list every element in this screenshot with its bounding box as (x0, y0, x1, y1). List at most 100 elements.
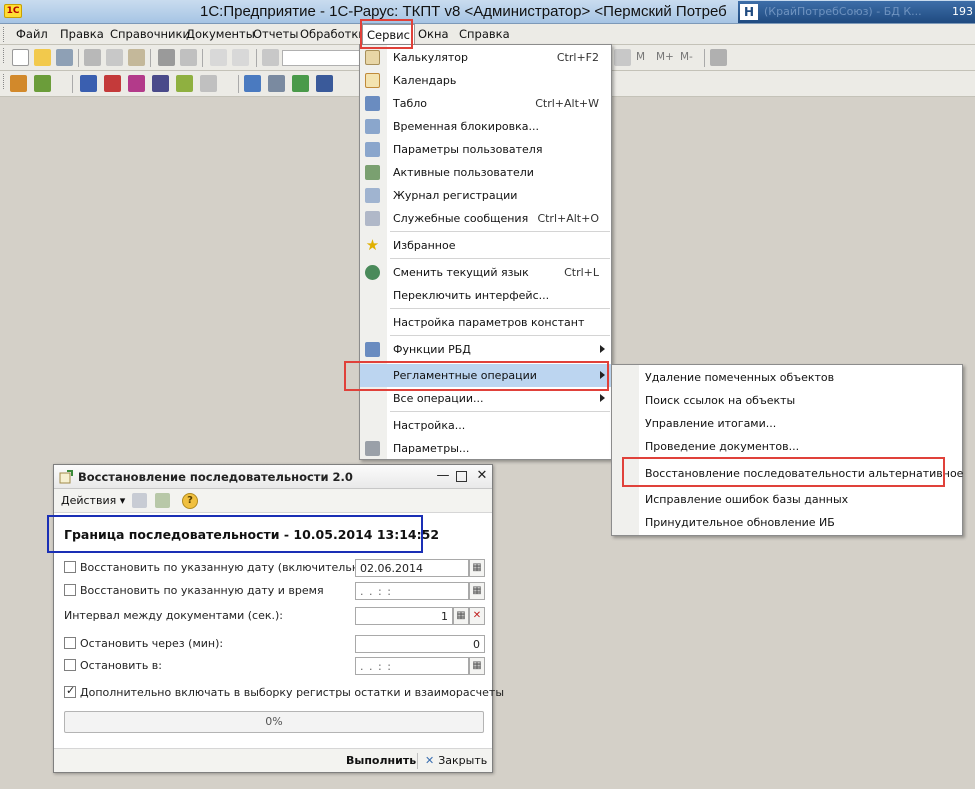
cut-icon[interactable] (84, 49, 101, 66)
zoom-mminus-button[interactable]: M- (680, 51, 693, 63)
search-icon[interactable] (262, 49, 279, 66)
restore-date-checkbox[interactable] (64, 561, 76, 573)
restore-datetime-checkbox[interactable] (64, 584, 76, 596)
stop-at-checkbox[interactable] (64, 659, 76, 671)
menu-item-switch-interface[interactable]: Переключить интерфейс... (360, 284, 611, 307)
menu-item-all-ops[interactable]: Все операции... (360, 387, 611, 410)
toolbar-separator (202, 49, 203, 67)
menu-item-board[interactable]: Табло Ctrl+Alt+W (360, 92, 611, 115)
calculator-button-icon[interactable]: ▦ (453, 607, 469, 625)
menu-catalogs[interactable]: Справочники (110, 27, 190, 41)
restore-datetime-input[interactable]: . . : : (355, 582, 469, 600)
menu-documents[interactable]: Документы (186, 27, 255, 41)
menu-item-label: Настройка параметров констант (393, 316, 585, 329)
menu-help[interactable]: Справка (459, 27, 510, 41)
zoom-mplus-button[interactable]: M+ (656, 51, 674, 63)
money-icon[interactable] (176, 75, 193, 92)
users-icon[interactable] (34, 75, 51, 92)
menu-reports[interactable]: Отчеты (253, 27, 298, 41)
menu-item-rbd[interactable]: Функции РБД (360, 338, 611, 361)
tools-icon[interactable] (710, 49, 727, 66)
toolbar-grip[interactable] (3, 48, 6, 63)
menu-item-settings[interactable]: Настройка... (360, 414, 611, 437)
arrow-out-icon[interactable] (104, 75, 121, 92)
menu-item-constants[interactable]: Настройка параметров констант (360, 311, 611, 334)
move-icon[interactable] (128, 75, 145, 92)
arrow-in-icon[interactable] (80, 75, 97, 92)
run-button[interactable]: Выполнить (346, 754, 416, 767)
menu-item-label: Сменить текущий язык (393, 266, 529, 279)
dialog-body: Граница последовательности - 10.05.2014 … (54, 513, 504, 748)
menu-item-routine-ops[interactable]: Регламентные операции (360, 364, 611, 387)
books-icon[interactable] (10, 75, 27, 92)
restore-date-input[interactable]: 02.06.2014 (355, 559, 469, 577)
overlay-number: 193 (952, 5, 973, 18)
interval-input[interactable]: 1 (355, 607, 453, 625)
menu-item-active-users[interactable]: Активные пользователи (360, 161, 611, 184)
invoice-icon[interactable] (152, 75, 169, 92)
new-document-icon[interactable] (12, 49, 29, 66)
star-icon: ★ (365, 236, 380, 254)
submenu-item-restore-seq-alt[interactable]: Восстановление последовательности альтер… (645, 467, 963, 480)
menu-item-calculator[interactable]: Калькулятор Ctrl+F2 (360, 46, 611, 69)
copy-icon[interactable] (106, 49, 123, 66)
menu-item-calendar[interactable]: Календарь (360, 69, 611, 92)
menu-item-log[interactable]: Журнал регистрации (360, 184, 611, 207)
calendar-picker-icon[interactable]: ▦ (469, 657, 485, 675)
print-icon[interactable] (158, 49, 175, 66)
chart-icon[interactable] (292, 75, 309, 92)
menu-file[interactable]: Файл (16, 27, 48, 41)
menu-item-language[interactable]: Сменить текущий язык Ctrl+L (360, 261, 611, 284)
submenu-item-post-docs[interactable]: Проведение документов... (645, 440, 799, 453)
menu-windows[interactable]: Окна (418, 27, 449, 41)
include-registers-checkbox[interactable] (64, 684, 76, 698)
report-icon[interactable] (268, 75, 285, 92)
calendar-picker-icon[interactable]: ▦ (469, 559, 485, 577)
clear-icon[interactable]: ✕ (469, 607, 485, 625)
menu-service[interactable]: Сервис (362, 24, 415, 45)
redo-icon[interactable] (232, 49, 249, 66)
save-icon[interactable] (56, 49, 73, 66)
actions-menu-button[interactable]: Действия ▾ (61, 494, 125, 507)
toolbar-separator (150, 49, 151, 67)
maximize-button[interactable] (456, 471, 467, 482)
menu-processing[interactable]: Обработки (300, 27, 366, 41)
close-button[interactable]: Закрыть (425, 754, 487, 767)
sort-icon[interactable] (200, 75, 217, 92)
table-icon[interactable] (316, 75, 333, 92)
submenu-item-find-refs[interactable]: Поиск ссылок на объекты (645, 394, 795, 407)
settings-doc-icon[interactable] (155, 493, 170, 508)
dialog-titlebar: Восстановление последовательности 2.0 — … (54, 465, 492, 489)
refresh-icon[interactable] (132, 493, 147, 508)
stop-after-input[interactable]: 0 (355, 635, 485, 653)
menu-edit[interactable]: Правка (60, 27, 104, 41)
menu-item-parameters[interactable]: Параметры... (360, 437, 611, 460)
zoom-m-button[interactable]: M (636, 51, 645, 63)
calc-small-icon[interactable] (614, 49, 631, 66)
submenu-item-totals[interactable]: Управление итогами... (645, 417, 776, 430)
open-folder-icon[interactable] (34, 49, 51, 66)
search-input[interactable] (282, 50, 360, 66)
row-stop-at: Остановить в: (64, 657, 344, 675)
undo-icon[interactable] (210, 49, 227, 66)
stop-after-checkbox[interactable] (64, 637, 76, 649)
submenu-item-delete-marked[interactable]: Удаление помеченных объектов (645, 371, 834, 384)
menu-gutter (612, 365, 639, 535)
submenu-item-fix-db[interactable]: Исправление ошибок базы данных (645, 493, 848, 506)
doc-add-icon[interactable] (244, 75, 261, 92)
help-icon[interactable]: ? (182, 493, 198, 509)
submenu-item-force-update[interactable]: Принудительное обновление ИБ (645, 516, 835, 529)
toolbar-grip[interactable] (3, 74, 6, 89)
menu-item-temp-lock[interactable]: Временная блокировка... (360, 115, 611, 138)
minimize-button[interactable]: — (436, 469, 450, 483)
stop-at-input[interactable]: . . : : (355, 657, 469, 675)
paste-icon[interactable] (128, 49, 145, 66)
menu-item-messages[interactable]: Служебные сообщения Ctrl+Alt+O (360, 207, 611, 230)
menu-item-favorites[interactable]: ★ Избранное (360, 234, 611, 257)
close-icon[interactable]: ✕ (475, 469, 489, 483)
calendar-picker-icon[interactable]: ▦ (469, 582, 485, 600)
menu-item-user-params[interactable]: Параметры пользователя (360, 138, 611, 161)
preview-icon[interactable] (180, 49, 197, 66)
menubar-grip[interactable] (3, 27, 6, 42)
app-logo-icon: 1С (4, 4, 22, 18)
